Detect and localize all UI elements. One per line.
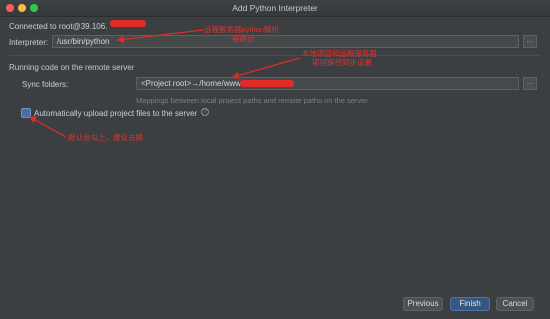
sync-arrow — [231, 57, 301, 79]
cancel-button[interactable]: Cancel — [496, 297, 534, 311]
upload-arrow — [28, 116, 67, 138]
annotation-arrows — [28, 29, 301, 138]
previous-button[interactable]: Previous — [403, 297, 443, 311]
finish-button[interactable]: Finish — [450, 297, 490, 311]
interpreter-arrow — [116, 29, 204, 43]
